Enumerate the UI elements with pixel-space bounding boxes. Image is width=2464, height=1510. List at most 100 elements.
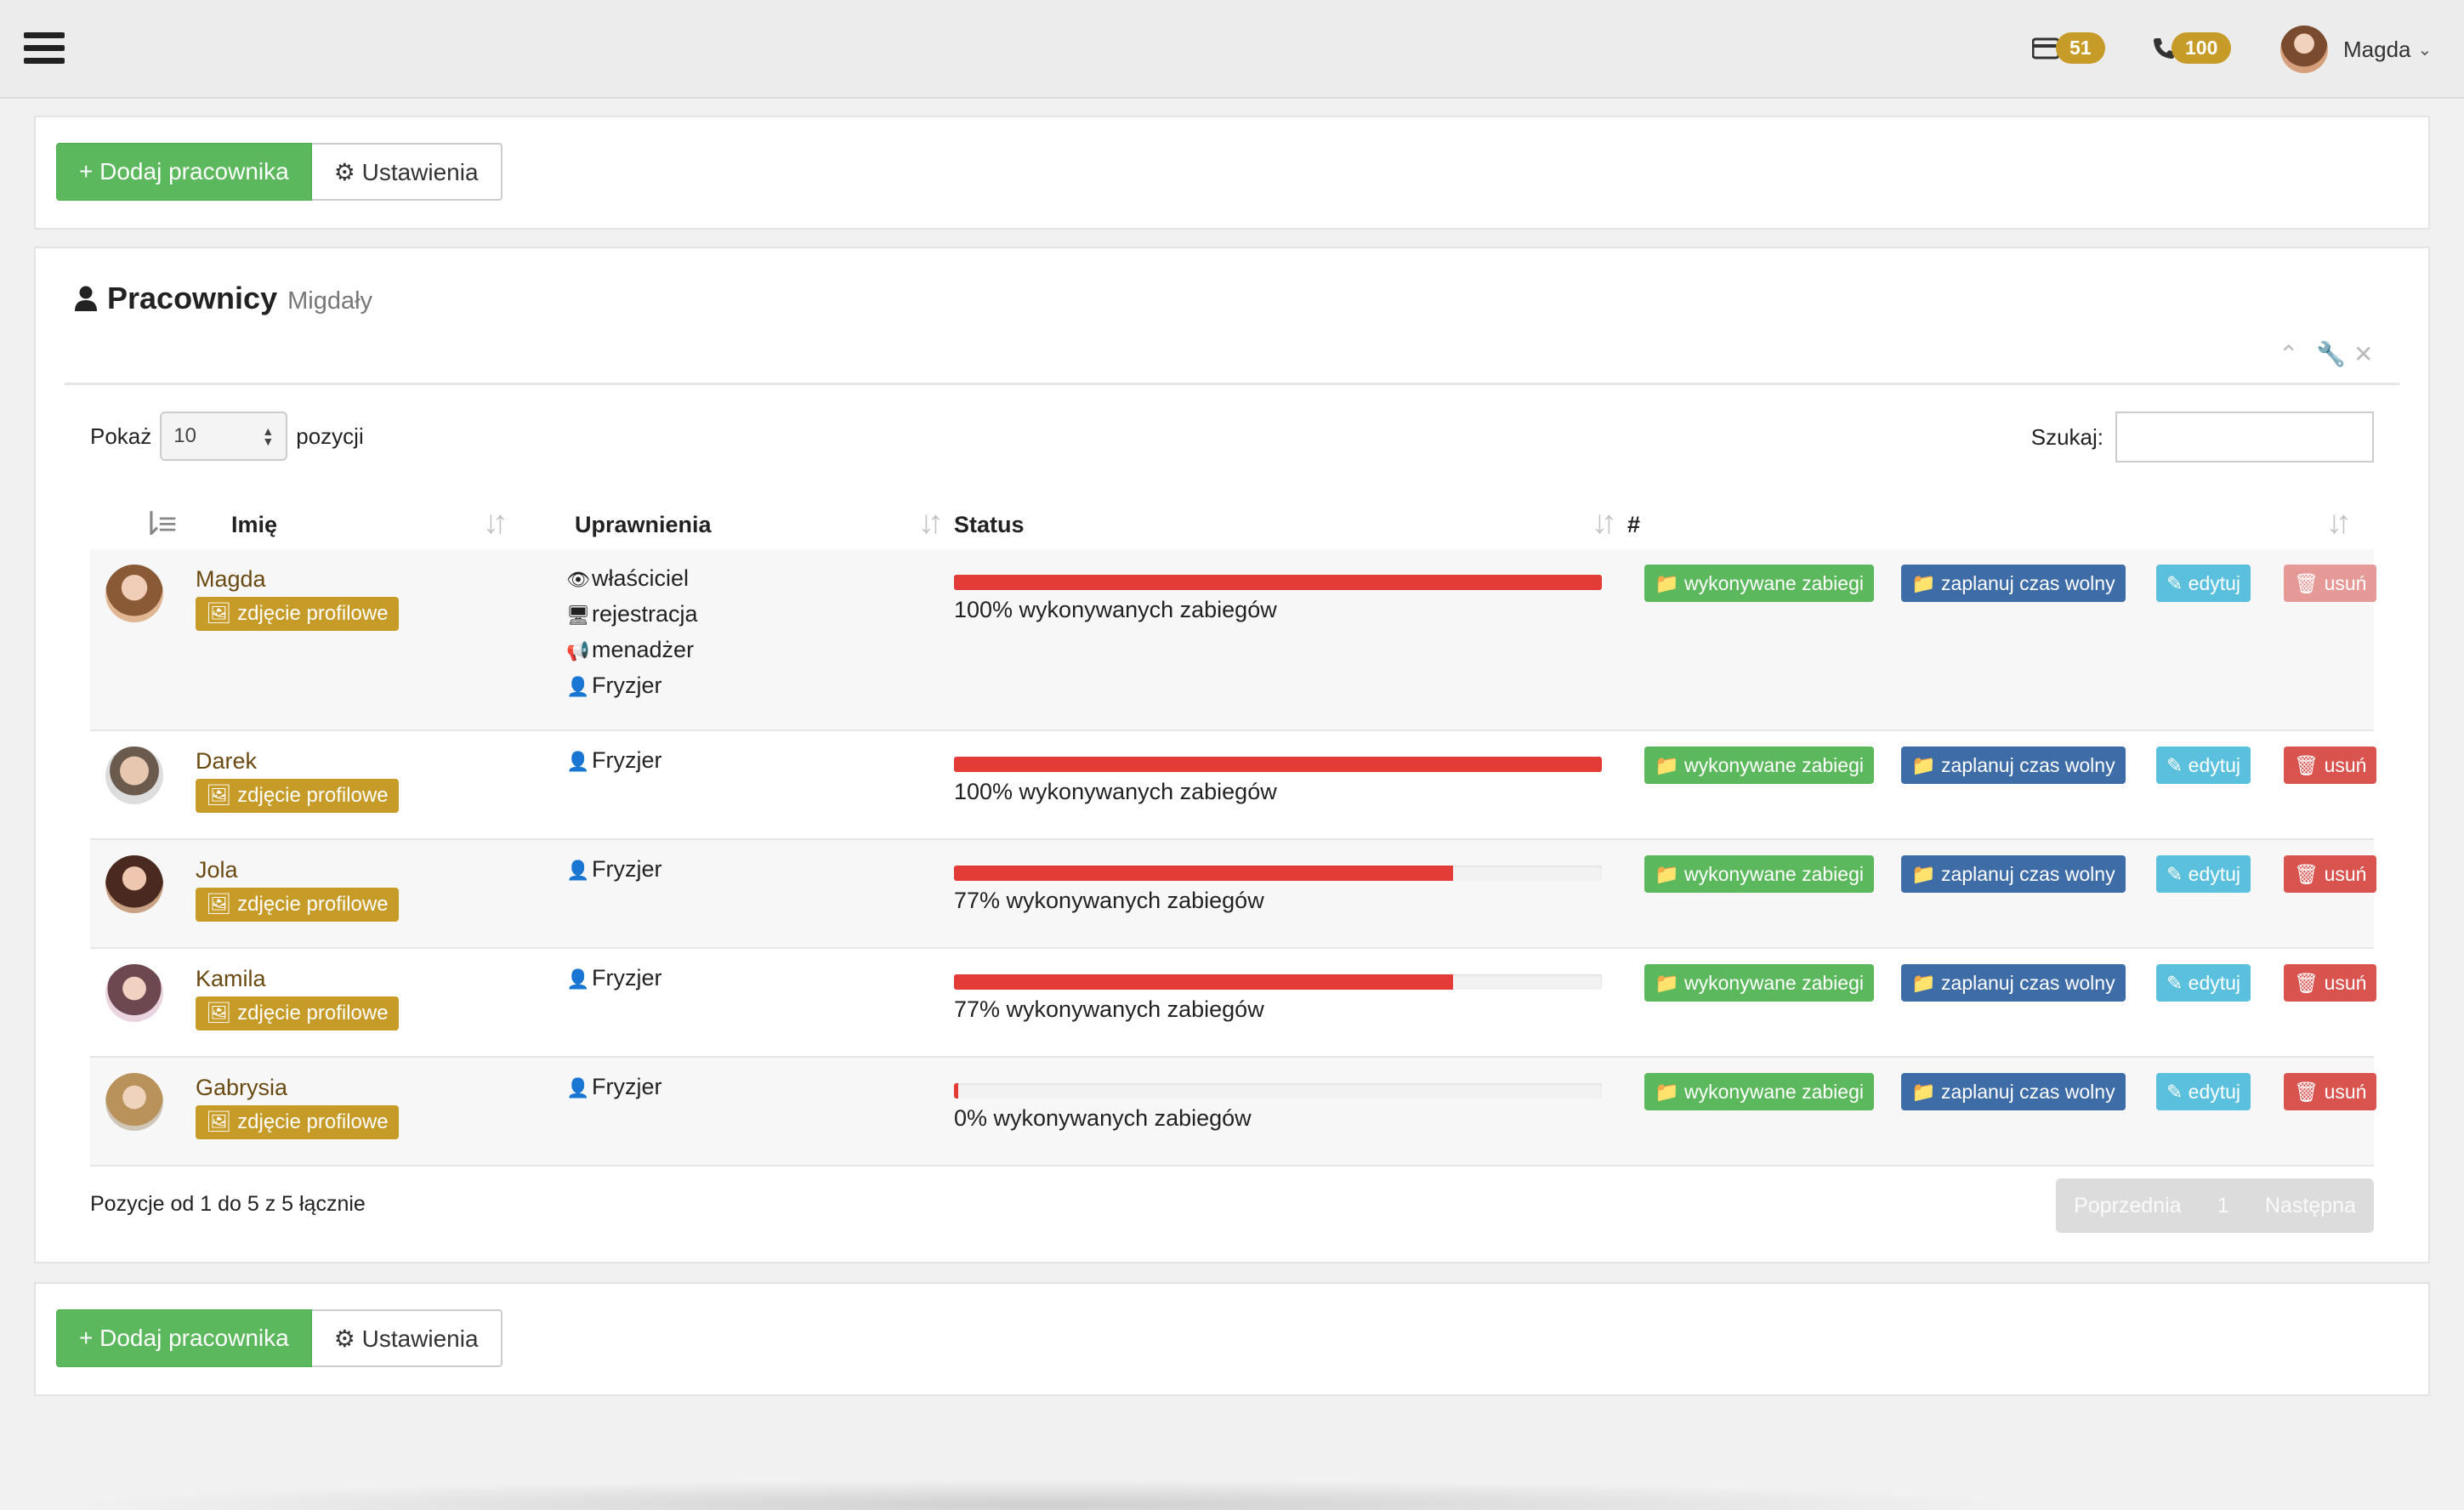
column-header-name[interactable]: Imię <box>231 512 277 538</box>
permission-item: 📢menadżer <box>566 633 698 668</box>
delete-button[interactable]: 🗑 usuń <box>2284 746 2377 784</box>
schedule-timeoff-button[interactable]: 📁 zaplanuj czas wolny <box>1901 964 2126 1002</box>
user-icon <box>75 286 97 311</box>
edit-button[interactable]: ✎ edytuj <box>2156 1073 2251 1110</box>
settings-label: Ustawienia <box>361 159 479 185</box>
chevron-down-icon: ⌄ <box>2417 40 2433 60</box>
treatments-button[interactable]: 📁 wykonywane zabiegi <box>1644 565 1874 602</box>
edit-button[interactable]: ✎ edytuj <box>2156 565 2251 602</box>
page-length-control: Pokaż 10 ▲ ▼ pozycji <box>90 412 364 461</box>
cards-notification[interactable]: 51 <box>2032 32 2105 64</box>
edit-button[interactable]: ✎ edytuj <box>2156 964 2251 1002</box>
prev-page-button[interactable]: Poprzednia <box>2074 1194 2181 1218</box>
employees-panel: Pracownicy Migdały ⌃ 🔧 ✕ Pokaż 10 ▲ ▼ pozy… <box>34 247 2430 1263</box>
profile-photo-button[interactable]: 🖼 zdjęcie profilowe <box>196 888 399 922</box>
hamburger-menu-icon[interactable] <box>24 32 65 65</box>
permission-label: Fryzjer <box>592 965 662 991</box>
profile-photo-button[interactable]: 🖼 zdjęcie profilowe <box>196 597 399 631</box>
employee-name[interactable]: Jola <box>196 857 238 883</box>
profile-photo-button[interactable]: 🖼 zdjęcie profilowe <box>196 1105 399 1139</box>
pagination: Poprzednia 1 Następna <box>2056 1178 2374 1233</box>
next-page-button[interactable]: Następna <box>2265 1194 2356 1218</box>
timeoff-label: zaplanuj czas wolny <box>1941 863 2115 885</box>
page-length-value: 10 <box>173 424 196 447</box>
profile-photo-button[interactable]: 🖼 zdjęcie profilowe <box>196 779 399 813</box>
delete-label: usuń <box>2324 972 2367 994</box>
calls-count-badge: 100 <box>2172 32 2232 64</box>
eye-icon: 👁 <box>566 569 590 590</box>
treatments-button[interactable]: 📁 wykonywane zabiegi <box>1644 964 1874 1002</box>
status-text: 100% wykonywanych zabiegów <box>954 597 1277 622</box>
page-number-button[interactable]: 1 <box>2217 1194 2229 1218</box>
delete-button[interactable]: 🗑 usuń <box>2284 964 2377 1002</box>
status-text: 100% wykonywanych zabiegów <box>954 779 1277 804</box>
timeoff-label: zaplanuj czas wolny <box>1941 754 2115 776</box>
schedule-timeoff-button[interactable]: 📁 zaplanuj czas wolny <box>1901 1073 2126 1110</box>
permission-label: menadżer <box>592 637 695 662</box>
calls-notification[interactable]: 100 <box>2151 32 2232 64</box>
profile-photo-button[interactable]: 🖼 zdjęcie profilowe <box>196 996 399 1030</box>
user-avatar <box>2280 26 2328 73</box>
progress-bar <box>954 1083 1602 1098</box>
close-icon[interactable]: ✕ <box>2353 340 2373 368</box>
search-input[interactable] <box>2115 412 2374 463</box>
edit-button[interactable]: ✎ edytuj <box>2156 855 2251 893</box>
show-label: Pokaż <box>90 423 152 449</box>
permissions-list: 👤Fryzjer <box>566 852 662 888</box>
permissions-list: 👤Fryzjer <box>566 961 662 996</box>
pencil-icon: ✎ <box>2166 972 2183 994</box>
user-icon: 👤 <box>566 676 590 697</box>
top-navbar: 51 100 Magda ⌄ <box>0 0 2464 99</box>
permission-item: 👤Fryzjer <box>566 852 662 888</box>
edit-label: edytuj <box>2188 754 2241 776</box>
schedule-timeoff-button[interactable]: 📁 zaplanuj czas wolny <box>1901 746 2126 784</box>
employee-name[interactable]: Kamila <box>196 966 266 992</box>
permission-item: 👤Fryzjer <box>566 668 698 704</box>
schedule-timeoff-button[interactable]: 📁 zaplanuj czas wolny <box>1901 855 2126 893</box>
settings-button[interactable]: ⚙ Ustawienia <box>311 143 502 201</box>
employee-name[interactable]: Magda <box>196 566 266 593</box>
delete-button[interactable]: 🗑 usuń <box>2284 855 2377 893</box>
gear-icon: ⚙ <box>333 1326 355 1352</box>
progress-bar <box>954 757 1602 772</box>
profile-photo-label: zdjęcie profilowe <box>237 1110 389 1133</box>
select-arrows-icon: ▲ ▼ <box>262 424 275 448</box>
sort-icon[interactable]: ↓↑ <box>483 505 508 542</box>
image-icon: 🖼 <box>206 602 232 625</box>
add-employee-button[interactable]: + Dodaj pracownika <box>56 143 312 201</box>
wrench-icon[interactable]: 🔧 <box>2316 340 2346 368</box>
treatments-label: wykonywane zabiegi <box>1684 1081 1864 1103</box>
settings-button[interactable]: ⚙ Ustawienia <box>311 1309 502 1367</box>
add-employee-button[interactable]: + Dodaj pracownika <box>56 1309 312 1367</box>
schedule-timeoff-button[interactable]: 📁 zaplanuj czas wolny <box>1901 565 2126 602</box>
trash-icon: 🗑 <box>2294 863 2319 885</box>
employee-name[interactable]: Gabrysia <box>196 1075 287 1101</box>
page-length-select[interactable]: 10 ▲ ▼ <box>160 412 288 461</box>
permission-item: 👤Fryzjer <box>566 743 662 779</box>
sort-icon[interactable]: ↓↑ <box>918 505 944 542</box>
edit-label: edytuj <box>2188 1081 2241 1103</box>
folder-icon: 📁 <box>1655 572 1679 594</box>
sort-desc-icon[interactable]: ⇂≡ <box>138 505 177 543</box>
treatments-label: wykonywane zabiegi <box>1684 572 1864 594</box>
delete-button[interactable]: 🗑 usuń <box>2284 565 2377 602</box>
table-row: Jola 🖼 zdjęcie profilowe 👤Fryzjer 77% wykon… <box>90 840 2377 949</box>
employee-name[interactable]: Darek <box>196 748 257 775</box>
folder-icon: 📁 <box>1911 754 1936 776</box>
collapse-icon[interactable]: ⌃ <box>2279 340 2298 368</box>
delete-label: usuń <box>2324 863 2367 885</box>
edit-button[interactable]: ✎ edytuj <box>2156 746 2251 784</box>
timeoff-label: zaplanuj czas wolny <box>1941 572 2115 594</box>
sort-icon[interactable]: ↓↑ <box>2326 505 2352 542</box>
column-header-status[interactable]: Status <box>954 512 1025 538</box>
column-header-permissions[interactable]: Uprawnienia <box>575 512 712 538</box>
treatments-button[interactable]: 📁 wykonywane zabiegi <box>1644 746 1874 784</box>
employee-avatar <box>105 746 163 804</box>
sort-icon[interactable]: ↓↑ <box>1592 505 1617 542</box>
progress-bar <box>954 866 1602 881</box>
delete-button[interactable]: 🗑 usuń <box>2284 1073 2377 1110</box>
treatments-button[interactable]: 📁 wykonywane zabiegi <box>1644 855 1874 893</box>
user-menu[interactable]: Magda ⌄ <box>2280 26 2432 73</box>
image-icon: 🖼 <box>206 1002 232 1025</box>
treatments-button[interactable]: 📁 wykonywane zabiegi <box>1644 1073 1874 1110</box>
